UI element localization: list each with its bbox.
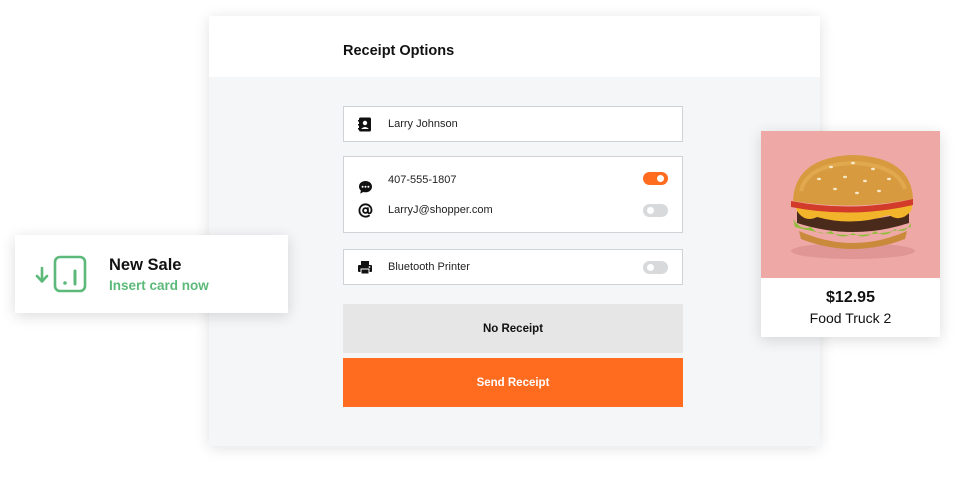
toggle-knob <box>647 264 654 271</box>
printer-toggle[interactable] <box>643 261 668 274</box>
no-receipt-button[interactable]: No Receipt <box>343 304 683 353</box>
at-sign-icon <box>356 201 374 219</box>
sale-title: New Sale <box>109 256 182 274</box>
sms-option[interactable]: 407-555-1807 <box>344 166 682 194</box>
card-reader-icon <box>35 255 91 300</box>
sale-subtitle: Insert card now <box>109 278 209 293</box>
contact-methods-box: 407-555-1807 LarryJ@shopper.com <box>343 156 683 233</box>
email-option[interactable]: LarryJ@shopper.com <box>344 196 682 224</box>
printer-icon <box>356 258 374 276</box>
product-card[interactable]: $12.95 Food Truck 2 <box>761 131 940 337</box>
printer-field[interactable]: Bluetooth Printer <box>343 249 683 285</box>
toggle-knob <box>657 175 664 182</box>
customer-name: Larry Johnson <box>388 118 458 130</box>
email-toggle[interactable] <box>643 204 668 217</box>
new-sale-card: New Sale Insert card now <box>15 235 288 313</box>
printer-option[interactable]: Bluetooth Printer <box>344 253 682 281</box>
product-image <box>761 131 940 278</box>
arrow-down-icon <box>35 266 49 283</box>
send-receipt-button[interactable]: Send Receipt <box>343 358 683 407</box>
phone-number: 407-555-1807 <box>388 174 457 186</box>
product-name: Food Truck 2 <box>809 310 892 326</box>
receipt-header: Receipt Options <box>209 16 820 77</box>
printer-name: Bluetooth Printer <box>388 261 470 273</box>
contact-book-icon <box>356 115 374 133</box>
product-price: $12.95 <box>826 289 875 306</box>
page-title: Receipt Options <box>343 43 455 59</box>
chat-bubble-icon <box>356 178 374 196</box>
sms-toggle[interactable] <box>643 172 668 185</box>
email-address: LarryJ@shopper.com <box>388 204 493 216</box>
receipt-options-panel: Receipt Options Larry Johnson 407-555-18… <box>209 16 820 446</box>
customer-row: Larry Johnson <box>344 110 682 138</box>
customer-name-field[interactable]: Larry Johnson <box>343 106 683 142</box>
toggle-knob <box>647 207 654 214</box>
